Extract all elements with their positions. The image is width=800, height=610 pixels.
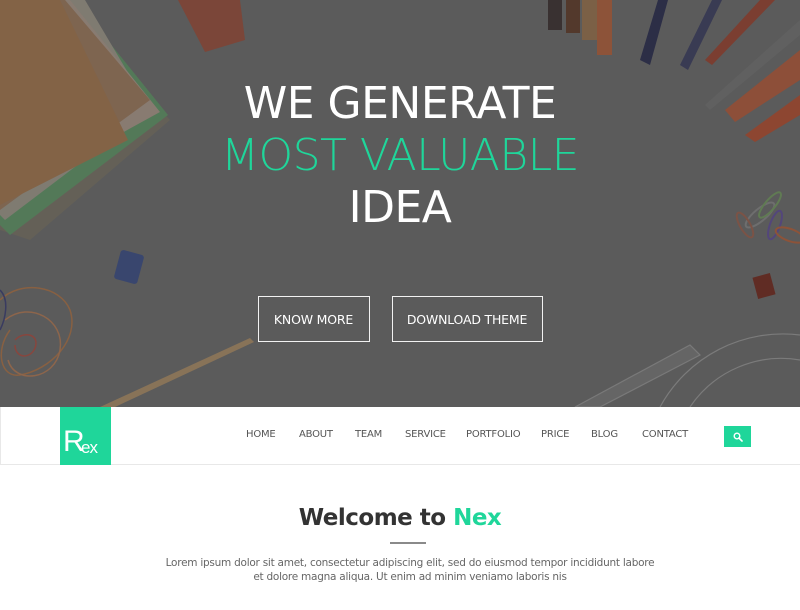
search-icon [733,432,743,442]
nav-item-service[interactable]: SERVICE [405,429,446,440]
main-navbar: R ex HOME ABOUT TEAM SERVICE PORTFOLIO P… [0,407,800,465]
hero-headline: WE GENERATE MOST VALUABLE IDEA [0,78,800,234]
nav-item-price[interactable]: PRICE [541,429,569,440]
welcome-heading-prefix: Welcome to [298,505,454,531]
hero-section: WE GENERATE MOST VALUABLE IDEA KNOW MORE… [0,0,800,407]
nav-item-blog[interactable]: BLOG [591,429,618,440]
hero-button-group: KNOW MORE DOWNLOAD THEME [0,296,800,342]
logo-letter: R [63,425,85,458]
nav-item-team[interactable]: TEAM [355,429,382,440]
site-logo[interactable]: R ex [60,407,111,465]
welcome-intro-text: Lorem ipsum dolor sit amet, consectetur … [165,557,655,583]
nav-item-contact[interactable]: CONTACT [642,429,688,440]
download-theme-button[interactable]: DOWNLOAD THEME [391,296,543,342]
welcome-heading-brand: Nex [453,505,502,531]
search-button[interactable] [724,426,751,447]
heading-divider [390,542,426,544]
hero-title-line-2: MOST VALUABLE [220,130,580,181]
nav-item-portfolio[interactable]: PORTFOLIO [466,429,521,440]
nav-item-about[interactable]: ABOUT [299,429,333,440]
hero-title-line-1: WE GENERATE [243,78,557,129]
hero-title-line-3: IDEA [348,182,452,233]
welcome-heading: Welcome to Nex [0,505,800,531]
know-more-button[interactable]: KNOW MORE [257,296,370,342]
nav-item-home[interactable]: HOME [246,429,276,440]
logo-suffix: ex [81,438,98,457]
